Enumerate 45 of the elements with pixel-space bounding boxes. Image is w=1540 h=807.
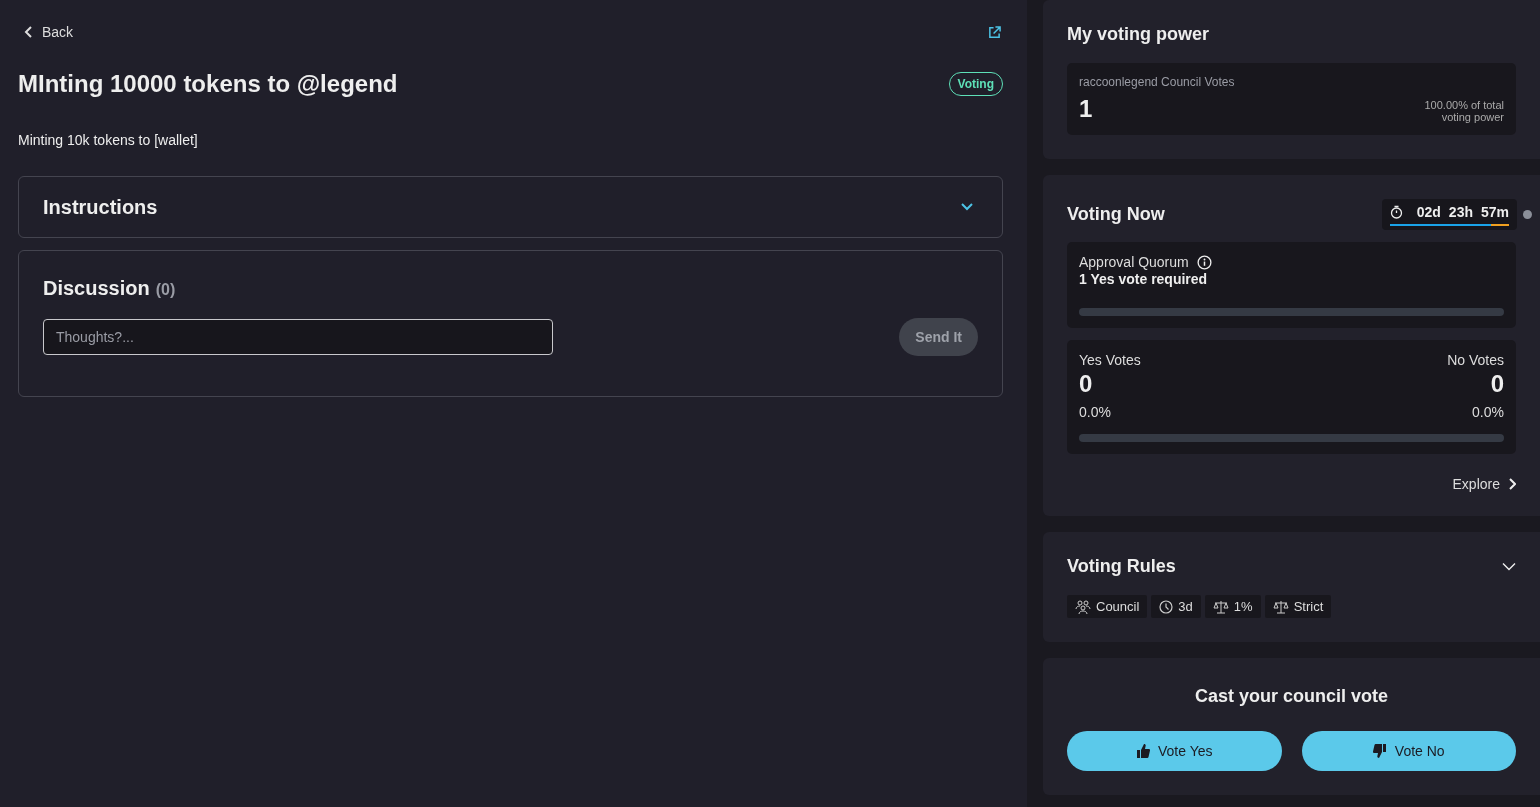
clock-icon <box>1159 599 1174 614</box>
section-title: My voting power <box>1067 24 1210 45</box>
votes-value: 1 <box>1079 95 1094 123</box>
quorum-requirement: 1 Yes vote required <box>1079 271 1208 287</box>
no-votes-percent: 0.0% <box>1472 404 1504 420</box>
back-link[interactable]: Back <box>24 24 74 40</box>
yes-votes-label: Yes Votes <box>1079 352 1141 368</box>
external-link-icon[interactable] <box>988 25 1001 39</box>
send-button[interactable]: Send It <box>899 318 978 356</box>
vote-button[interactable]: Vote No <box>1301 731 1516 771</box>
people-icon <box>1075 599 1091 614</box>
proposal-description: Minting 10k tokens to [wallet] <box>18 132 199 148</box>
chevron-icon[interactable] <box>960 202 974 212</box>
minutes-left: 57m <box>1480 204 1509 220</box>
no-votes-count: 0 <box>1490 370 1504 398</box>
section-title: Voting Now <box>1067 204 1165 225</box>
explore-link[interactable]: Explore <box>1452 476 1516 492</box>
yes-votes-count: 0 <box>1079 370 1094 398</box>
votes-label: raccoonlegend Council Votes <box>1079 75 1235 89</box>
instructions-panel[interactable]: Instructions <box>18 176 1003 238</box>
section-title: Voting Rules <box>1067 556 1176 577</box>
vote-button[interactable]: Vote Yes <box>1067 731 1282 771</box>
rule-chip: 1% <box>1204 595 1261 618</box>
thumbs-up-icon <box>1136 744 1150 758</box>
scale-icon <box>1212 599 1229 614</box>
yes-votes-percent: 0.0% <box>1079 404 1112 420</box>
stopwatch-icon <box>1389 205 1403 219</box>
quorum-label: Approval Quorum <box>1079 254 1189 270</box>
chevron-left-icon <box>24 26 34 38</box>
discussion-title: Discussion <box>43 277 150 300</box>
comment-input[interactable]: Thoughts?... <box>43 319 553 355</box>
rule-chip: Strict <box>1264 595 1332 618</box>
no-votes-label: No Votes <box>1447 352 1504 368</box>
comment-count: (0) <box>155 281 176 299</box>
rule-chip: Council <box>1067 595 1148 618</box>
hours-left: 23h <box>1448 204 1473 220</box>
cast-vote-title: Cast your council vote <box>1193 686 1389 707</box>
rule-chip: 3d <box>1151 595 1201 618</box>
proposal-title: MInting 10000 tokens to @legend <box>18 70 398 98</box>
days-left: 02d <box>1416 204 1441 220</box>
thumbs-down-icon <box>1372 744 1387 758</box>
instructions-title: Instructions <box>43 195 158 219</box>
chevron-right-icon <box>1508 478 1516 490</box>
scale-icon <box>1272 599 1289 614</box>
voting-power-share: 100.00% of total voting power <box>1423 99 1504 123</box>
